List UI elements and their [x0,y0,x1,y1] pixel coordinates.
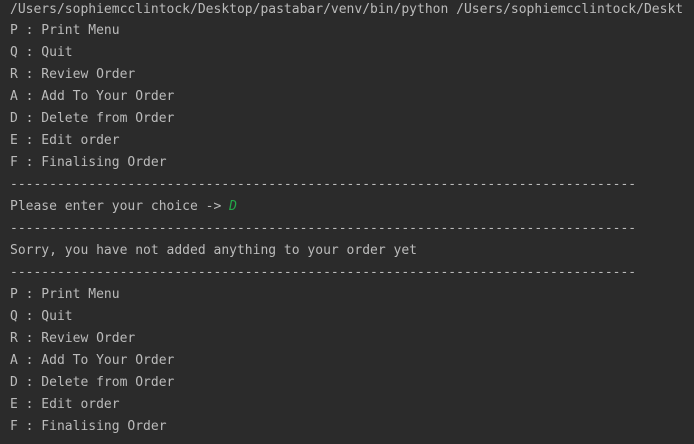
separator-line: ----------------------------------------… [10,265,637,280]
prompt-line[interactable]: Please enter your choice -> D [10,196,694,218]
user-input-text[interactable]: D [229,199,237,214]
menu-option-quit: Q : Quit [10,45,73,60]
run-console-output[interactable]: /Users/sophiemcclintock/Desktop/pastabar… [0,0,694,444]
menu-option-delete: D : Delete from Order [10,375,175,390]
menu-option-finalise: F : Finalising Order [10,419,167,434]
command-line: /Users/sophiemcclintock/Desktop/pastabar… [10,2,684,17]
separator-line: ----------------------------------------… [10,221,637,236]
error-message: Sorry, you have not added anything to yo… [10,243,417,258]
menu-option-finalise: F : Finalising Order [10,155,167,170]
menu-option-add: A : Add To Your Order [10,353,175,368]
menu-option-print: P : Print Menu [10,23,120,38]
menu-option-add: A : Add To Your Order [10,89,175,104]
prompt-text: Please enter your choice -> [10,199,230,214]
menu-option-edit: E : Edit order [10,397,120,412]
menu-option-quit: Q : Quit [10,309,73,324]
menu-option-review: R : Review Order [10,67,136,82]
separator-line: ----------------------------------------… [10,177,637,192]
menu-option-print: P : Print Menu [10,287,120,302]
menu-option-review: R : Review Order [10,331,136,346]
menu-option-edit: E : Edit order [10,133,120,148]
menu-option-delete: D : Delete from Order [10,111,175,126]
